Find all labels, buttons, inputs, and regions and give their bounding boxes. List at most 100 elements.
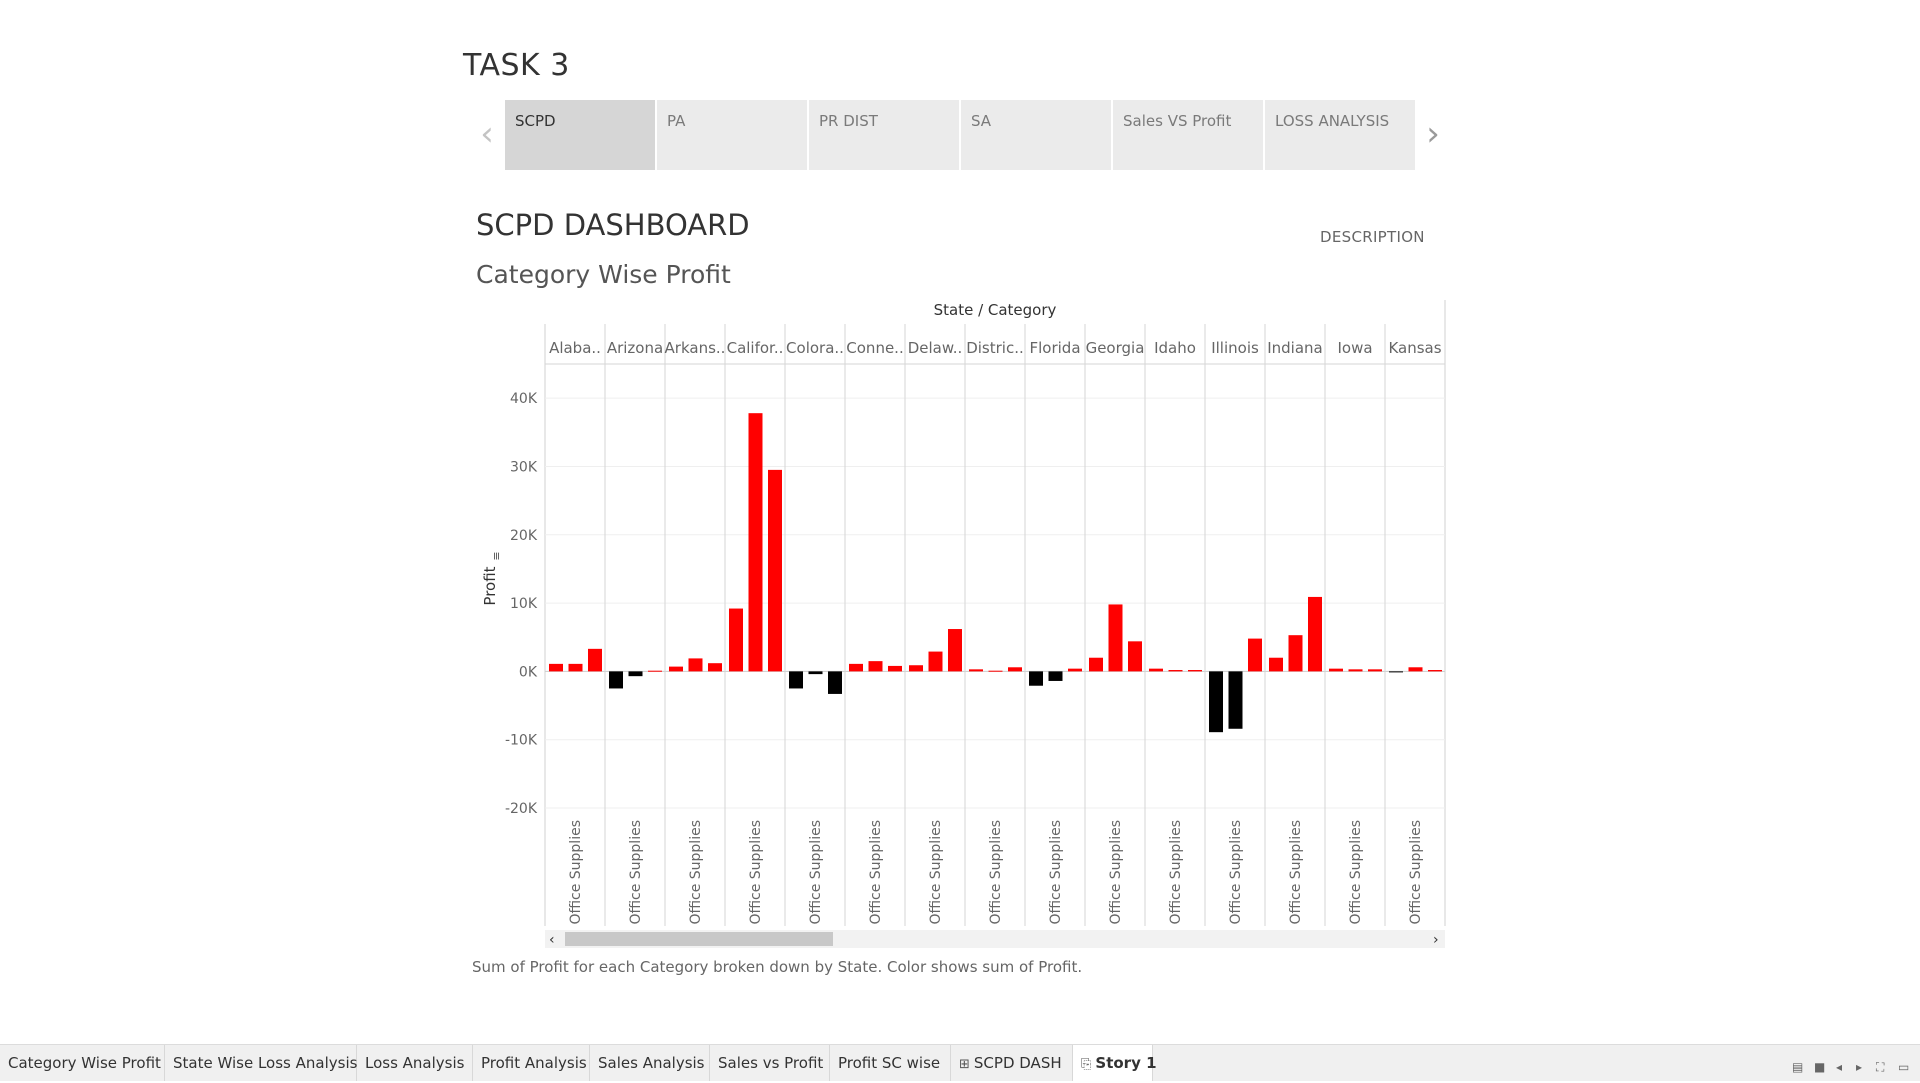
sheet-tab-story-1[interactable]: ⎘ Story 1 <box>1073 1045 1157 1081</box>
sheet-tab-label: Sales Analysis <box>598 1054 705 1072</box>
scroll-right-icon[interactable]: › <box>1433 932 1439 948</box>
sheet-tab-label: Profit SC wise <box>838 1054 941 1072</box>
fullscreen-icon[interactable]: ⛶ <box>1876 1060 1884 1075</box>
profit-bar[interactable] <box>729 608 743 672</box>
profit-bar[interactable] <box>768 469 782 672</box>
profit-bar-chart[interactable]: State / Category 40K 30K 20K 10K 0K -10K -20K Pr… <box>470 300 1450 955</box>
story-point-sales-vs-profit[interactable]: Sales VS Profit <box>1113 100 1263 170</box>
profit-bar[interactable] <box>988 670 1003 672</box>
story-title: TASK 3 <box>463 48 570 83</box>
state-header[interactable]: Arkans.. <box>665 339 726 357</box>
profit-bar[interactable] <box>568 663 583 672</box>
profit-bar[interactable] <box>609 671 623 689</box>
profit-bar[interactable] <box>1168 670 1183 672</box>
scrollbar-thumb[interactable] <box>565 932 833 946</box>
profit-bar[interactable] <box>849 663 863 672</box>
profit-bar[interactable] <box>1108 604 1123 672</box>
profit-bar[interactable] <box>928 651 943 672</box>
sheet-tab-profit-analysis[interactable]: Profit Analysis <box>473 1045 590 1081</box>
profit-bar[interactable] <box>1209 671 1223 733</box>
sheet-tab-sales-vs-profit[interactable]: Sales vs Profit <box>710 1045 830 1081</box>
sheet-tab-state-wise-loss-analysis[interactable]: State Wise Loss Analysis <box>165 1045 357 1081</box>
story-prev-arrow-icon[interactable]: ‹ <box>472 112 502 156</box>
profit-bar[interactable] <box>1008 667 1022 672</box>
profit-bar[interactable] <box>1308 596 1322 672</box>
category-label: Office Supplies <box>568 820 584 925</box>
story-next-arrow-icon[interactable]: › <box>1418 112 1448 156</box>
sheet-tab-label: Profit Analysis <box>481 1054 587 1072</box>
profit-bar[interactable] <box>708 663 722 672</box>
profit-bar[interactable] <box>1408 667 1423 672</box>
profit-bar[interactable] <box>1029 671 1043 686</box>
state-header[interactable]: Iowa <box>1337 339 1372 357</box>
profit-bar[interactable] <box>888 665 902 672</box>
profit-bar[interactable] <box>909 665 923 672</box>
state-header[interactable]: Illinois <box>1211 339 1259 357</box>
profit-bar[interactable] <box>1048 671 1063 681</box>
next-sheet-icon[interactable]: ▸ <box>1856 1060 1862 1074</box>
profit-bar[interactable] <box>948 629 962 672</box>
state-header[interactable]: Califor.. <box>727 339 784 357</box>
state-header[interactable]: Alaba.. <box>549 339 601 357</box>
profit-bar[interactable] <box>1288 635 1303 672</box>
y-tick-label: -20K <box>505 801 538 817</box>
profit-bar[interactable] <box>1228 671 1243 729</box>
sheet-tab-loss-analysis[interactable]: Loss Analysis <box>357 1045 473 1081</box>
story-point-scpd[interactable]: SCPD <box>505 100 655 170</box>
state-header[interactable]: Colora.. <box>786 339 844 357</box>
sort-icon[interactable]: ≡ <box>490 551 503 560</box>
profit-bar[interactable] <box>868 661 883 672</box>
profit-bar[interactable] <box>828 671 842 694</box>
sheet-tab-category-wise-profit[interactable]: Category Wise Profit <box>0 1045 165 1081</box>
previous-sheet-icon[interactable]: ◂ <box>1836 1060 1842 1074</box>
sheet-tab-label: State Wise Loss Analysis <box>173 1054 358 1072</box>
show-sheet-sorter-icon[interactable]: ▤ <box>1792 1060 1803 1074</box>
profit-bar[interactable] <box>1368 669 1382 672</box>
state-header[interactable]: Distric.. <box>966 339 1024 357</box>
state-header[interactable]: Conne.. <box>846 339 903 357</box>
profit-bar[interactable] <box>1389 671 1403 673</box>
profit-bar[interactable] <box>628 671 643 677</box>
profit-bar[interactable] <box>1149 668 1163 672</box>
story-point-sa[interactable]: SA <box>961 100 1111 170</box>
scroll-left-icon[interactable]: ‹ <box>549 932 555 948</box>
profit-bar[interactable] <box>648 670 662 672</box>
description-button[interactable]: DESCRIPTION <box>1320 228 1425 246</box>
category-label: Office Supplies <box>748 820 764 925</box>
profit-bar[interactable] <box>1128 641 1142 672</box>
story-point-pr-dist[interactable]: PR DIST <box>809 100 959 170</box>
sheet-tab-scpd-dash[interactable]: ⊞ SCPD DASH <box>951 1045 1073 1081</box>
state-header[interactable]: Florida <box>1029 339 1080 357</box>
sheet-tab-profit-sc-wise[interactable]: Profit SC wise <box>830 1045 951 1081</box>
state-header[interactable]: Georgia <box>1086 339 1145 357</box>
profit-bar[interactable] <box>748 413 763 672</box>
story-point-loss-analysis[interactable]: LOSS ANALYSIS <box>1265 100 1415 170</box>
profit-bar[interactable] <box>969 669 983 672</box>
profit-bar[interactable] <box>1348 669 1363 672</box>
profit-bar[interactable] <box>588 648 602 672</box>
category-label: Office Supplies <box>628 820 644 925</box>
profit-bar[interactable] <box>1428 670 1442 672</box>
profit-bar[interactable] <box>1068 668 1082 672</box>
category-label: Office Supplies <box>1288 820 1304 925</box>
state-header[interactable]: Arizona <box>607 339 663 357</box>
profit-bar[interactable] <box>1269 657 1283 672</box>
profit-bar[interactable] <box>1089 657 1103 672</box>
show-filmstrip-icon[interactable]: ■ <box>1814 1060 1825 1074</box>
profit-bar[interactable] <box>1329 668 1343 672</box>
profit-bar[interactable] <box>789 671 803 689</box>
state-header[interactable]: Idaho <box>1154 339 1196 357</box>
story-point-pa[interactable]: PA <box>657 100 807 170</box>
profit-bar[interactable] <box>808 671 823 675</box>
state-header[interactable]: Delaw.. <box>908 339 963 357</box>
profit-bar[interactable] <box>1188 670 1202 672</box>
presentation-mode-icon[interactable]: ▭ <box>1898 1060 1909 1074</box>
profit-bar[interactable] <box>669 666 683 672</box>
profit-bar[interactable] <box>688 658 703 672</box>
state-header[interactable]: Kansas <box>1388 339 1441 357</box>
profit-bar[interactable] <box>549 663 563 672</box>
sheet-tab-bar: Category Wise Profit State Wise Loss Anal… <box>0 1044 1920 1081</box>
sheet-tab-sales-analysis[interactable]: Sales Analysis <box>590 1045 710 1081</box>
profit-bar[interactable] <box>1248 638 1262 672</box>
state-header[interactable]: Indiana <box>1267 339 1323 357</box>
